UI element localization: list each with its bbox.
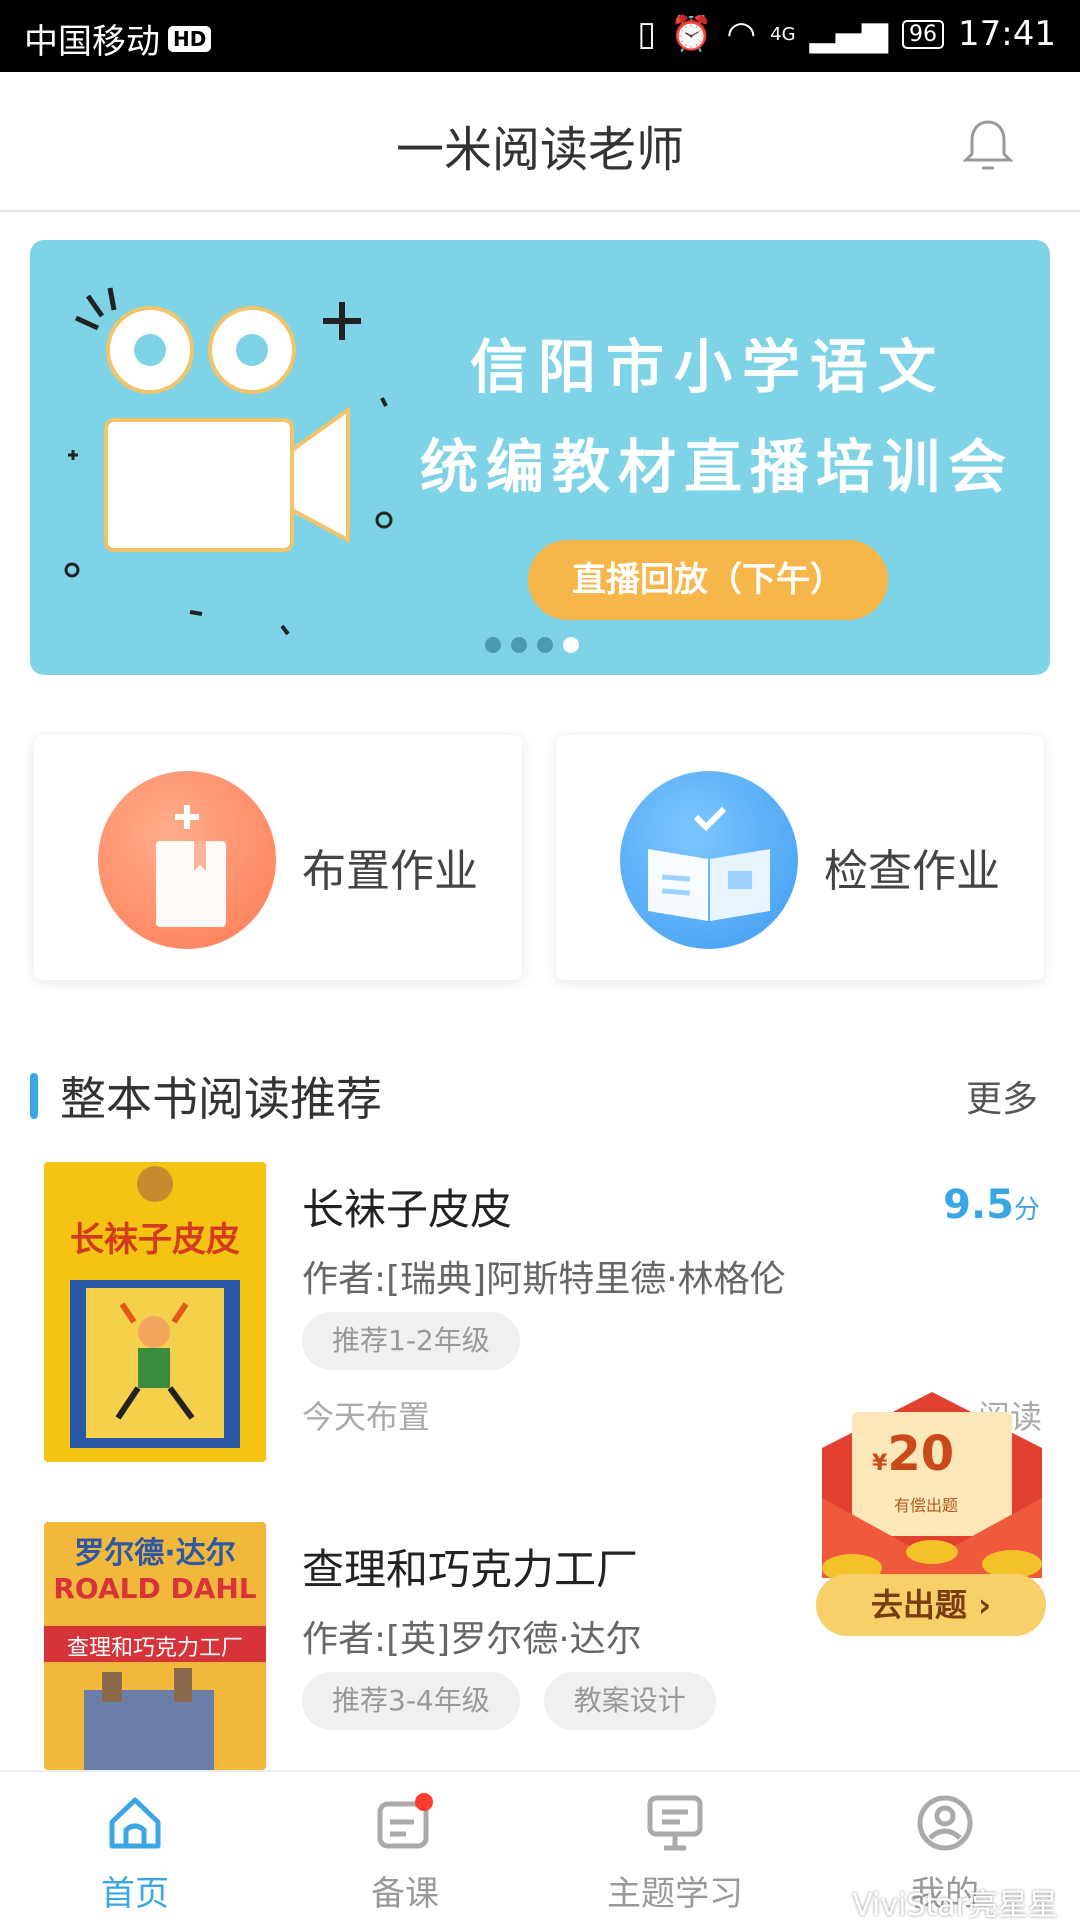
check-homework-card[interactable]: 检查作业 — [556, 735, 1044, 980]
replay-button[interactable]: 直播回放（下午） — [528, 540, 888, 620]
carousel-dot[interactable] — [537, 637, 553, 653]
book-cover-title: 长袜子皮皮 — [70, 1220, 240, 1260]
assigned-time: 今天布置 — [302, 1398, 431, 1436]
book-tags: 推荐3-4年级 教案设计 — [302, 1672, 716, 1730]
tab-label: 主题学习 — [607, 1874, 743, 1914]
vibrate-icon: ▯ — [637, 14, 657, 54]
section-title: 整本书阅读推荐 — [60, 1072, 382, 1126]
wifi-icon: ◠ — [726, 14, 757, 54]
watermark-text: ViviStar亮星星 — [852, 1888, 1058, 1923]
tab-label: 备课 — [371, 1874, 439, 1914]
network-label: 4G — [770, 23, 796, 45]
topic-learning-icon — [647, 1795, 703, 1851]
amount-value: 20 — [887, 1426, 955, 1482]
book-author: 作者:[瑞典]阿斯特里德·林格伦 — [302, 1259, 786, 1300]
banner-title-line2: 统编教材直播培训会 — [420, 433, 1015, 501]
book-cover[interactable]: 罗尔德·达尔 ROALD DAHL 查理和巧克力工厂 — [44, 1522, 266, 1770]
battery-indicator: 96 — [902, 19, 945, 49]
alarm-icon: ⏰ — [670, 14, 713, 54]
time-label: 17:41 — [958, 14, 1056, 54]
check-homework-label: 检查作业 — [824, 846, 1000, 897]
cover-author: 罗尔德·达尔 — [74, 1536, 236, 1571]
tab-topic-learning[interactable]: 主题学习 — [540, 1772, 810, 1922]
assign-homework-label: 布置作业 — [302, 846, 478, 897]
book-cover[interactable]: 长袜子皮皮 — [44, 1162, 266, 1462]
status-bar: 中国移动 HD ▯ ⏰ ◠ 4G ▂▄▆ 96 17:41 — [0, 0, 1080, 72]
red-packet-button[interactable]: ¥20 有偿出题 去出题 › — [812, 1388, 1052, 1648]
promo-banner[interactable]: 信阳市小学语文 统编教材直播培训会 直播回放（下午） — [30, 240, 1050, 675]
score-value: 9.5 — [943, 1182, 1014, 1228]
red-envelope-icon — [822, 1392, 1042, 1582]
add-book-icon — [98, 771, 276, 949]
section-accent-bar — [30, 1073, 38, 1119]
lesson-prep-icon — [377, 1793, 433, 1849]
page-title: 一米阅读老师 — [395, 122, 684, 178]
status-left: 中国移动 HD — [24, 14, 212, 63]
red-packet-amount: ¥20 — [872, 1426, 954, 1482]
signal-icon: ▂▄▆ — [809, 14, 889, 54]
tab-home[interactable]: 首页 — [0, 1772, 270, 1922]
go-create-question-button[interactable]: 去出题 › — [816, 1574, 1046, 1636]
hd-badge: HD — [168, 25, 212, 52]
banner-title-line1: 信阳市小学语文 — [470, 333, 947, 401]
book-score: 9.5分 — [943, 1182, 1040, 1228]
open-book-check-icon — [620, 771, 798, 949]
notification-badge — [415, 1793, 433, 1811]
carousel-indicator — [485, 637, 579, 653]
red-packet-subtitle: 有偿出题 — [894, 1496, 959, 1515]
score-unit: 分 — [1013, 1195, 1040, 1225]
cover-title: 查理和巧克力工厂 — [66, 1636, 243, 1661]
book-title: 查理和巧克力工厂 — [302, 1545, 639, 1594]
lesson-plan-tag: 教案设计 — [543, 1672, 716, 1730]
carrier-label: 中国移动 — [24, 22, 160, 62]
grade-tag: 推荐3-4年级 — [302, 1672, 520, 1730]
more-link[interactable]: 更多 — [966, 1070, 1038, 1122]
carousel-dot[interactable] — [511, 637, 527, 653]
carousel-dot[interactable] — [485, 637, 501, 653]
carousel-dot-active[interactable] — [563, 637, 579, 653]
currency-symbol: ¥ — [872, 1451, 888, 1476]
profile-icon — [917, 1795, 973, 1851]
home-icon — [109, 1797, 161, 1849]
section-header: 整本书阅读推荐 — [30, 1066, 382, 1126]
assign-homework-card[interactable]: 布置作业 — [34, 735, 522, 980]
bell-icon[interactable] — [958, 114, 1018, 174]
grade-tag: 推荐1-2年级 — [302, 1312, 520, 1370]
book-tags: 推荐1-2年级 — [302, 1312, 520, 1370]
status-right: ▯ ⏰ ◠ 4G ▂▄▆ 96 17:41 — [637, 14, 1056, 54]
tab-label: 首页 — [101, 1874, 169, 1914]
app-header: 一米阅读老师 — [0, 72, 1080, 212]
cover-author-en: ROALD DAHL — [53, 1572, 257, 1605]
book-title: 长袜子皮皮 — [302, 1185, 513, 1234]
tab-lesson-prep[interactable]: 备课 — [270, 1772, 540, 1922]
book-author: 作者:[英]罗尔德·达尔 — [302, 1619, 642, 1660]
